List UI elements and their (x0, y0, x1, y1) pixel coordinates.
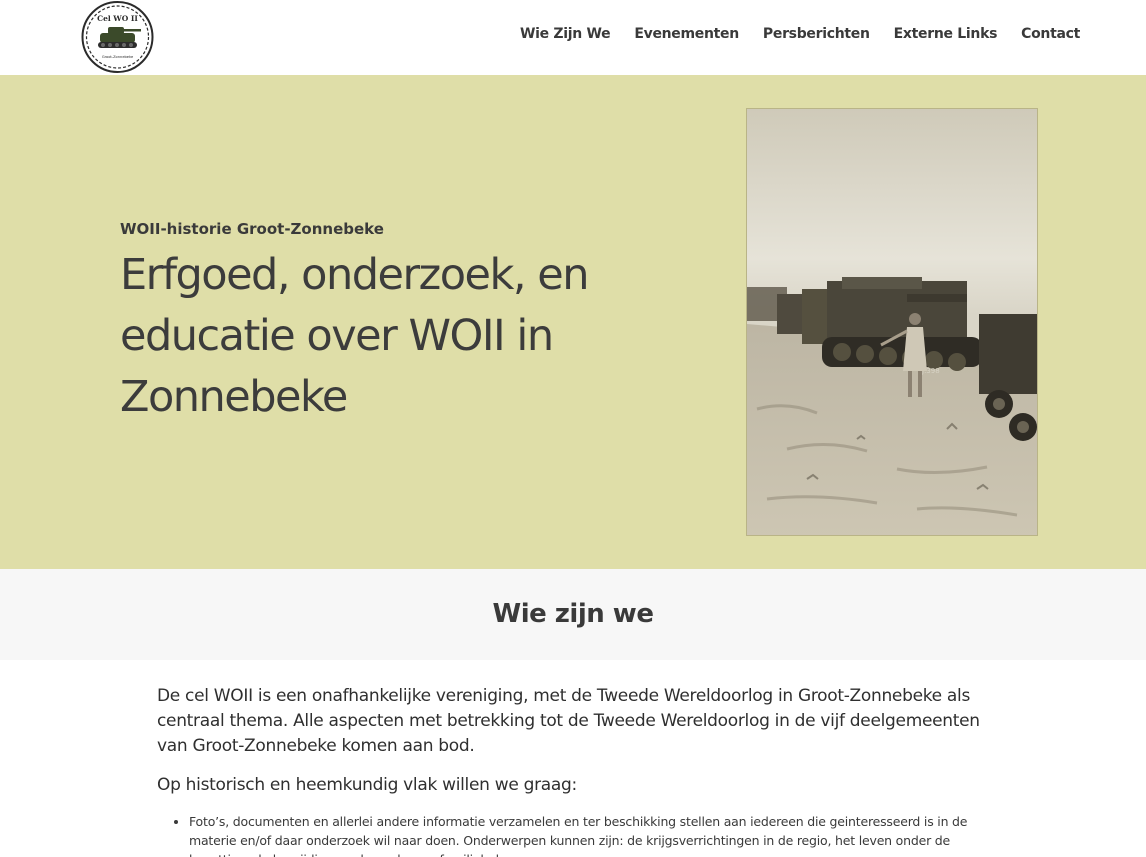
site-logo[interactable]: Cel WO II Groot-Zonnebeke (80, 0, 155, 73)
about-content: De cel WOII is een onafhankelijke vereni… (157, 684, 997, 857)
logo-text: Cel WO II (97, 14, 138, 23)
about-sub-paragraph: Op historisch en heemkundig vlak willen … (157, 775, 577, 795)
main-nav: Wie Zijn We Evenementen Persberichten Ex… (520, 26, 1080, 42)
nav-evenementen[interactable]: Evenementen (634, 26, 739, 42)
hero-section: WOII-historie Groot-Zonnebeke Erfgoed, o… (0, 75, 1146, 569)
section-heading: Wie zijn we (492, 599, 654, 629)
about-bullet-list: Foto’s, documenten en allerlei andere in… (157, 812, 997, 857)
nav-externe-links[interactable]: Externe Links (894, 26, 998, 42)
nav-contact[interactable]: Contact (1021, 26, 1080, 42)
hero-kicker: WOII-historie Groot-Zonnebeke (120, 220, 384, 238)
logo-subtext: Groot-Zonnebeke (102, 55, 134, 59)
section-heading-band: Wie zijn we (0, 569, 1146, 660)
about-lead-paragraph: De cel WOII is een onafhankelijke vereni… (157, 686, 980, 756)
site-header: Cel WO II Groot-Zonnebeke Wie Zijn We Ev… (0, 0, 1146, 75)
nav-wie-zijn-we[interactable]: Wie Zijn We (520, 26, 611, 42)
hero-title: Erfgoed, onderzoek, en educatie over WOI… (120, 250, 589, 422)
list-item: Foto’s, documenten en allerlei andere in… (189, 812, 997, 857)
hero-photo: J.398 (746, 108, 1038, 536)
nav-persberichten[interactable]: Persberichten (763, 26, 870, 42)
